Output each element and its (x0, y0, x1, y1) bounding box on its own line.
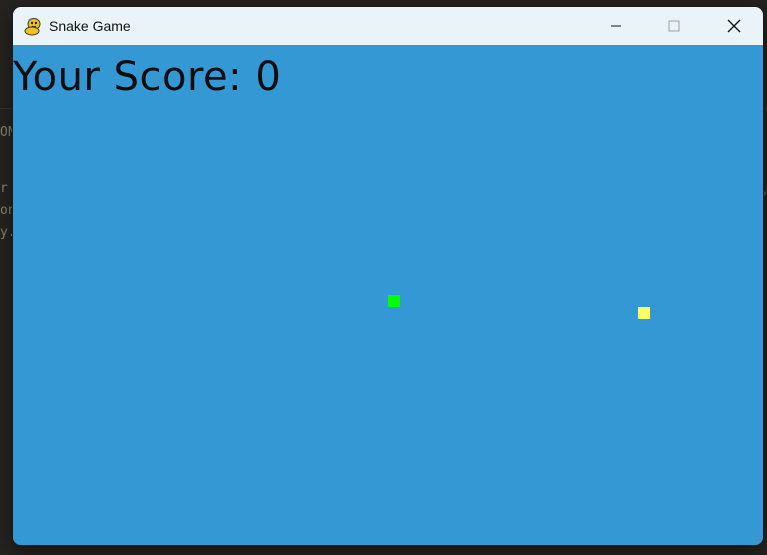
food-pellet (638, 307, 650, 319)
minimize-icon (611, 25, 621, 27)
maximize-icon (668, 20, 680, 32)
title-bar[interactable]: Snake Game (13, 7, 763, 45)
maximize-button[interactable] (645, 7, 703, 45)
game-canvas[interactable]: Your Score: 0 (13, 45, 763, 545)
window-title: Snake Game (49, 18, 131, 34)
score-label: Your Score: 0 (13, 54, 282, 100)
snake-head (388, 295, 400, 307)
minimize-button[interactable] (587, 7, 645, 45)
close-button[interactable] (705, 7, 763, 45)
pygame-snake-icon (24, 18, 41, 36)
close-icon (727, 19, 741, 33)
snake-game-window: Snake Game Your Score: 0 (13, 7, 763, 545)
